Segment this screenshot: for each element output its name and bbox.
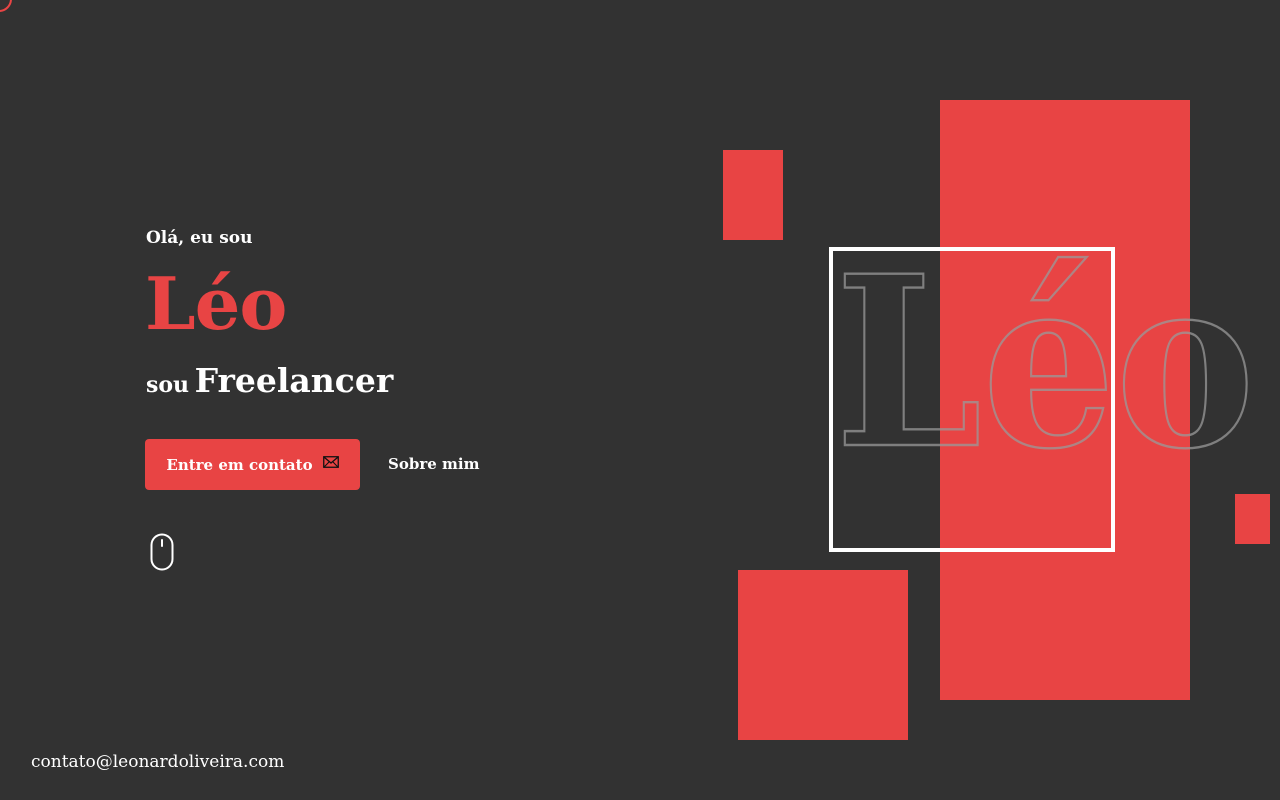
landing-page: Olá, eu sou Léo sou Freelancer Entre em … [0, 0, 1280, 800]
bottom-red-square [738, 570, 908, 740]
small-red-block [723, 150, 783, 240]
decorative-artwork: Léo [723, 100, 1270, 740]
outline-name-text: Léo [835, 225, 1255, 501]
edge-red-block [1235, 494, 1270, 544]
